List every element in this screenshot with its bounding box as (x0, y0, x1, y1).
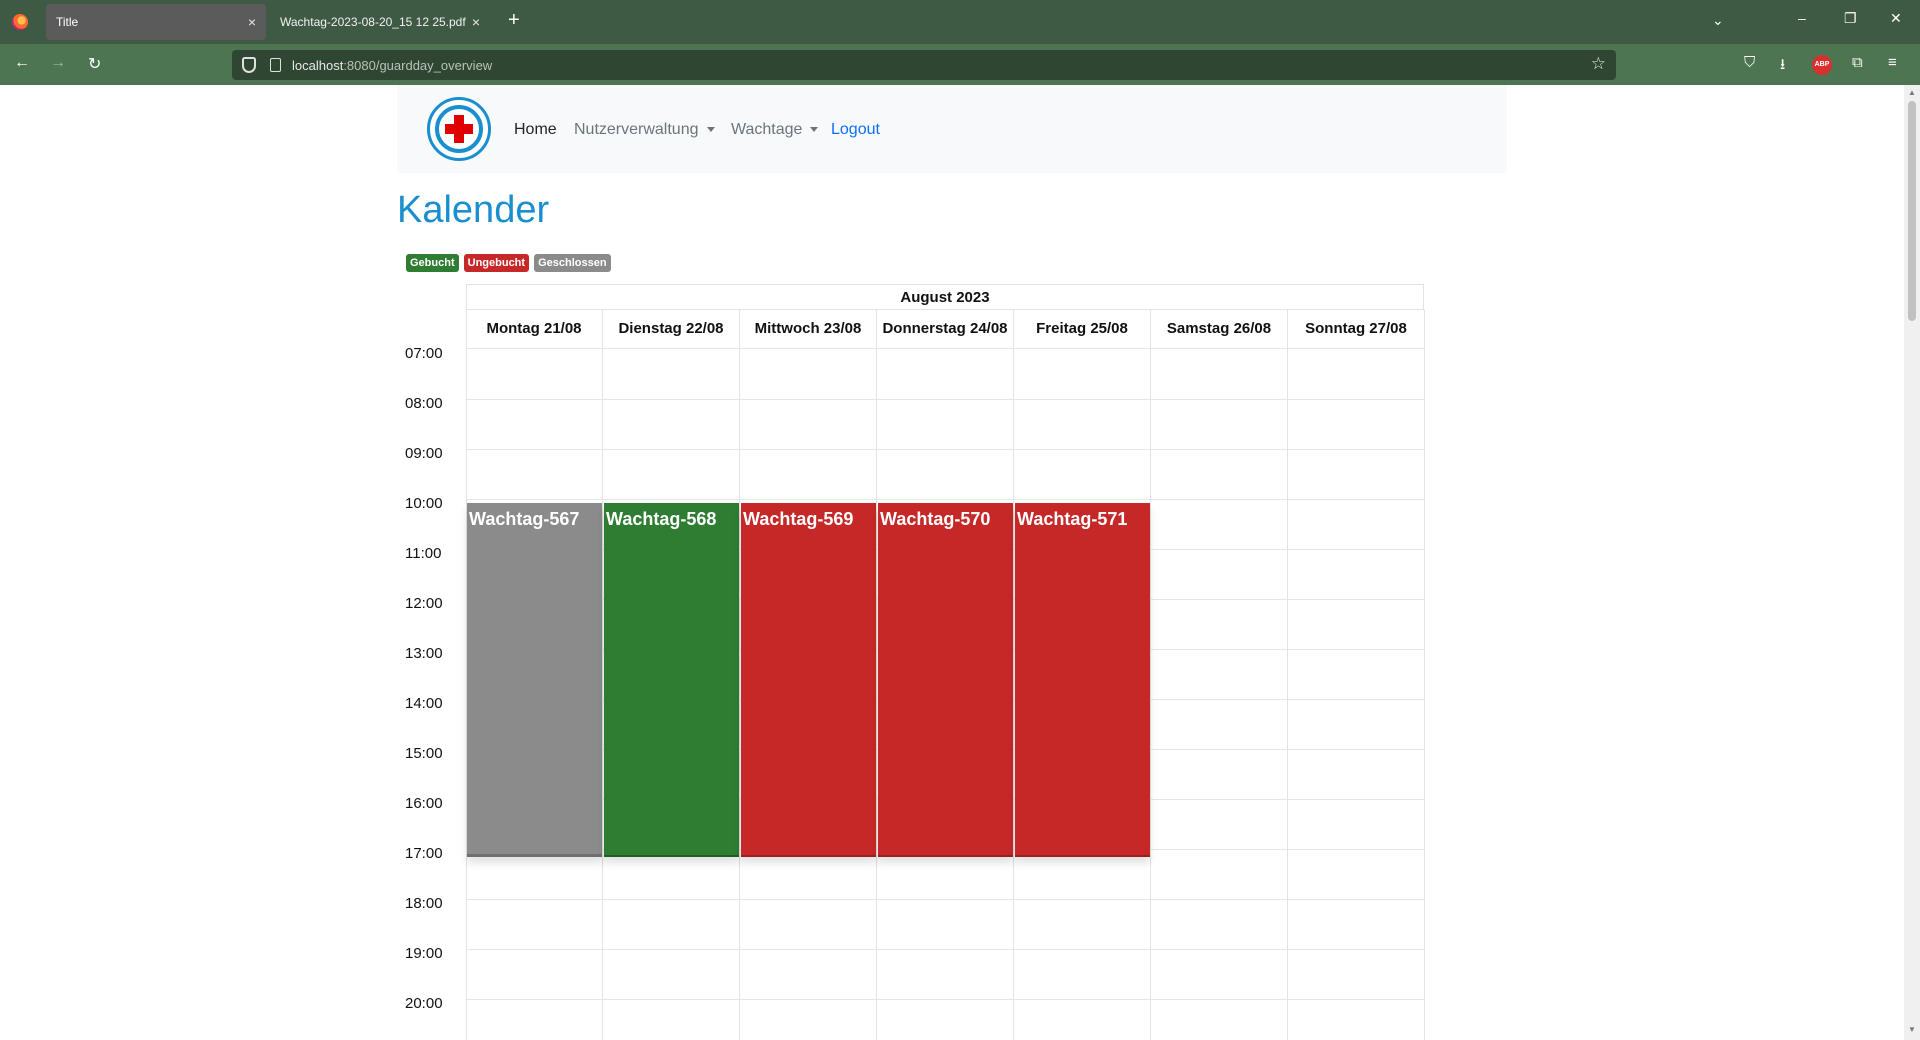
event-wachtag-570[interactable]: Wachtag-570 (878, 503, 1013, 857)
tab-pdf[interactable]: Wachtag-2023-08-20_15 12 25.pdf × (270, 4, 490, 40)
hour-gridline (466, 899, 1424, 900)
badge-ungebucht: Ungebucht (463, 254, 530, 272)
day-header-thursday: Donnerstag 24/08 (877, 310, 1014, 348)
calendar-month-title: August 2023 (466, 284, 1424, 310)
day-column[interactable] (1288, 348, 1425, 1040)
hour-gridline (466, 399, 1424, 400)
bookmark-star-icon[interactable]: ☆ (1591, 54, 1606, 74)
nav-logout[interactable]: Logout (831, 121, 880, 139)
window-close-icon[interactable]: ✕ (1890, 10, 1902, 27)
adblock-plus-icon[interactable]: ABP (1812, 55, 1832, 75)
tab-label: Wachtag-2023-08-20_15 12 25.pdf (280, 15, 466, 29)
page-icon[interactable] (270, 58, 281, 72)
nav-home[interactable]: Home (514, 121, 557, 139)
event-wachtag-571[interactable]: Wachtag-571 (1015, 503, 1150, 857)
time-label: 08:00 (405, 395, 443, 412)
scroll-down-icon[interactable]: ▼ (1908, 1025, 1916, 1034)
tab-close-icon[interactable]: × (248, 14, 256, 30)
time-label: 14:00 (405, 695, 443, 712)
red-cross-logo-icon[interactable] (427, 97, 491, 161)
page-scrollbar[interactable]: ▲ ▼ (1904, 85, 1920, 1040)
nav-wachtage-label: Wachtage (731, 121, 803, 138)
event-wachtag-568[interactable]: Wachtag-568 (604, 503, 739, 857)
day-column[interactable] (1151, 348, 1288, 1040)
hour-gridline (466, 499, 1424, 500)
url-host: localhost (292, 58, 344, 73)
hour-gridline (466, 949, 1424, 950)
minimize-icon[interactable]: – (1798, 10, 1806, 26)
day-header-wednesday: Mittwoch 23/08 (740, 310, 877, 348)
time-label: 17:00 (405, 845, 443, 862)
logo-inner-ring (435, 105, 483, 153)
hour-gridline (466, 999, 1424, 1000)
menu-icon[interactable]: ≡ (1888, 54, 1897, 71)
shield-icon[interactable] (242, 57, 256, 73)
url-text[interactable]: localhost:8080/guardday_overview (292, 58, 492, 73)
badge-geschlossen: Geschlossen (534, 254, 611, 272)
tab-title[interactable]: Title × (46, 4, 266, 40)
reload-icon[interactable]: ↻ (88, 54, 101, 74)
scroll-up-icon[interactable]: ▲ (1908, 88, 1916, 97)
site-navbar: Home Nutzerverwaltung Wachtage Logout (397, 85, 1507, 173)
time-label: 18:00 (405, 895, 443, 912)
day-header-friday: Freitag 25/08 (1014, 310, 1151, 348)
tab-close-icon[interactable]: × (472, 14, 480, 30)
page-content: Home Nutzerverwaltung Wachtage Logout Ka… (0, 85, 1904, 1040)
badge-gebucht: Gebucht (406, 254, 459, 272)
time-label: 10:00 (405, 495, 443, 512)
browser-toolbar: ← → ↻ localhost:8080/guardday_overview ☆… (0, 44, 1920, 85)
firefox-logo-icon (12, 14, 28, 30)
caret-down-icon (706, 127, 715, 133)
download-icon[interactable]: ⭳ (1780, 54, 1785, 79)
time-label: 15:00 (405, 745, 443, 762)
list-all-tabs-icon[interactable]: ⌄ (1712, 12, 1724, 29)
nav-wachtage[interactable]: Wachtage (731, 121, 819, 139)
event-wachtag-569[interactable]: Wachtag-569 (741, 503, 876, 857)
restore-icon[interactable]: ❐ (1844, 10, 1857, 27)
tab-label: Title (56, 15, 79, 29)
caret-down-icon (810, 127, 819, 133)
back-icon[interactable]: ← (14, 54, 30, 72)
pocket-icon[interactable]: ⛉ (1744, 54, 1755, 71)
hour-gridline (466, 348, 1424, 349)
time-label: 11:00 (405, 545, 442, 562)
url-path: :8080/guardday_overview (343, 58, 493, 73)
status-legend: Gebucht Ungebucht Geschlossen (406, 254, 611, 272)
day-header-monday: Montag 21/08 (466, 310, 603, 348)
day-header-saturday: Samstag 26/08 (1151, 310, 1288, 348)
new-tab-icon[interactable]: + (508, 10, 520, 30)
forward-icon[interactable]: → (50, 54, 66, 72)
day-header-tuesday: Dienstag 22/08 (603, 310, 740, 348)
time-label: 07:00 (405, 345, 443, 362)
time-label: 20:00 (405, 995, 443, 1012)
nav-nutzerverwaltung[interactable]: Nutzerverwaltung (574, 121, 715, 139)
url-bar[interactable]: localhost:8080/guardday_overview ☆ (232, 50, 1616, 80)
logo-cross-horizontal (445, 124, 473, 134)
browser-tab-bar: Title × Wachtag-2023-08-20_15 12 25.pdf … (0, 0, 1920, 44)
page-title: Kalender (397, 189, 550, 231)
time-label: 16:00 (405, 795, 443, 812)
scrollbar-thumb[interactable] (1908, 101, 1916, 321)
extensions-icon[interactable]: ⧉ (1852, 54, 1863, 71)
event-wachtag-567[interactable]: Wachtag-567 (467, 503, 602, 857)
time-label: 13:00 (405, 645, 443, 662)
hour-gridline (466, 449, 1424, 450)
time-label: 09:00 (405, 445, 443, 462)
time-label: 19:00 (405, 945, 443, 962)
time-label: 12:00 (405, 595, 443, 612)
nav-nutzerverwaltung-label: Nutzerverwaltung (574, 121, 699, 138)
day-header-sunday: Sonntag 27/08 (1288, 310, 1425, 348)
